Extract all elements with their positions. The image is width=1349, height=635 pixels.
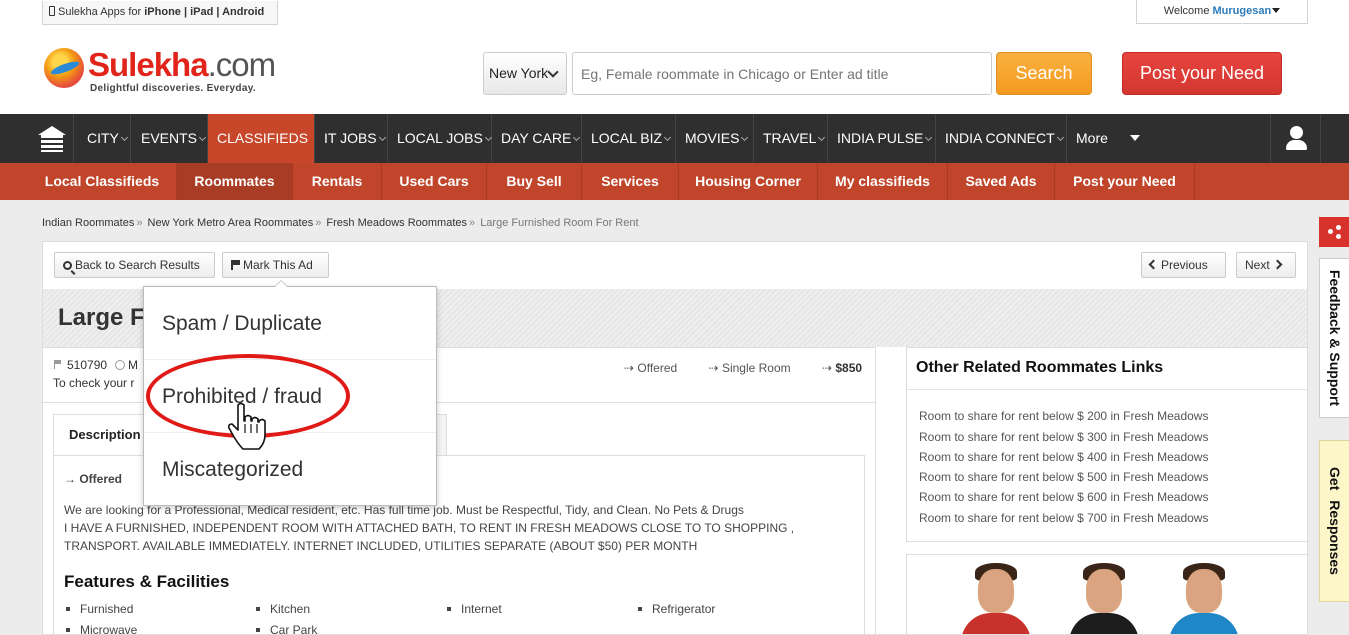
breadcrumb-item[interactable]: New York Metro Area Roommates xyxy=(148,217,314,229)
feature-item: Kitchen xyxy=(256,602,310,616)
dropdown-option-spam[interactable]: Spam / Duplicate xyxy=(144,287,436,360)
feature-item: Microwave xyxy=(66,623,137,635)
hand-cursor-icon xyxy=(228,402,266,450)
description-text: We are looking for a Professional, Medic… xyxy=(64,503,795,553)
nav-item-classifieds[interactable]: CLASSIFIEDS xyxy=(208,114,315,163)
search-input[interactable] xyxy=(572,52,992,95)
chevron-right-icon xyxy=(1272,259,1283,270)
share-icon[interactable] xyxy=(1319,217,1349,247)
logo-ball-icon xyxy=(44,48,84,88)
feature-item: Car Park xyxy=(256,623,317,635)
nav-item-events[interactable]: EVENTS xyxy=(132,114,208,163)
nav-item-day-care[interactable]: DAY CARE xyxy=(492,114,582,163)
nav-item-india-pulse[interactable]: INDIA PULSE xyxy=(828,114,936,163)
logo-brand: Sulekha.com xyxy=(88,46,276,83)
previous-button[interactable]: Previous xyxy=(1141,252,1226,278)
offered-label: → Offered xyxy=(64,472,123,486)
user-icon[interactable] xyxy=(1270,114,1321,163)
get-responses-tab[interactable]: Get Responses xyxy=(1319,440,1349,602)
model-image xyxy=(1069,555,1139,634)
dropdown-arrow xyxy=(274,280,288,287)
subnav-item-buy-sell[interactable]: Buy Sell xyxy=(487,163,582,200)
nav-item-local-biz[interactable]: LOCAL BIZ xyxy=(582,114,676,163)
ad-offer-type: Offered xyxy=(637,361,678,375)
model-image xyxy=(961,555,1031,634)
nav-item-city[interactable]: CITY xyxy=(78,114,131,163)
related-link[interactable]: Room to share for rent below $ 600 in Fr… xyxy=(919,490,1208,504)
home-icon[interactable] xyxy=(28,114,74,163)
sub-nav: Local Classifieds Roommates Rentals Used… xyxy=(0,163,1349,200)
ad-id: 510790 xyxy=(67,358,108,372)
related-link[interactable]: Room to share for rent below $ 200 in Fr… xyxy=(919,409,1208,423)
search-icon xyxy=(63,261,72,270)
dropdown-option-miscategorized[interactable]: Miscategorized xyxy=(144,433,436,506)
breadcrumb: Indian Roommates» New York Metro Area Ro… xyxy=(42,217,639,229)
city-select[interactable]: New York xyxy=(483,52,567,95)
nav-item-more[interactable]: More xyxy=(1067,114,1147,163)
nav-item-it-jobs[interactable]: IT JOBS xyxy=(315,114,388,163)
feature-item: Refrigerator xyxy=(638,602,715,616)
caret-down-icon xyxy=(1272,8,1281,13)
post-your-need-button[interactable]: Post your Need xyxy=(1122,52,1282,95)
search-button[interactable]: Search xyxy=(996,52,1092,95)
ad-title: Large F xyxy=(58,304,145,331)
subnav-item-services[interactable]: Services xyxy=(582,163,679,200)
ad-price: $850 xyxy=(835,361,863,375)
tab-description[interactable]: Description xyxy=(53,414,145,456)
subnav-item-rentals[interactable]: Rentals xyxy=(293,163,382,200)
model-image xyxy=(1169,555,1239,634)
logo-tagline: Delightful discoveries. Everyday. xyxy=(90,83,256,94)
clock-icon xyxy=(115,360,126,370)
feedback-support-tab[interactable]: Feedback & Support xyxy=(1319,258,1349,418)
nav-item-travel[interactable]: TRAVEL xyxy=(754,114,828,163)
nav-item-local-jobs[interactable]: LOCAL JOBS xyxy=(388,114,492,163)
subnav-item-roommates[interactable]: Roommates xyxy=(177,163,293,200)
welcome-user[interactable]: Murugesan xyxy=(1213,5,1272,17)
chevron-down-icon xyxy=(547,66,559,78)
apps-prefix: Sulekha Apps for xyxy=(58,6,142,18)
next-button[interactable]: Next xyxy=(1236,252,1296,278)
main-nav: CITY EVENTS CLASSIFIEDS IT JOBS LOCAL JO… xyxy=(0,114,1349,163)
back-to-search-button[interactable]: Back to Search Results xyxy=(54,252,215,278)
advertisement-banner[interactable] xyxy=(906,554,1308,635)
breadcrumb-item[interactable]: Indian Roommates xyxy=(42,217,134,229)
subnav-item-local-classifieds[interactable]: Local Classifieds xyxy=(28,163,177,200)
city-select-value: New York xyxy=(489,65,549,81)
ad-meta: 510790 M xyxy=(54,358,138,372)
subnav-item-saved-ads[interactable]: Saved Ads xyxy=(948,163,1055,200)
ad-meta-partial: M xyxy=(128,358,139,372)
ad-room-type: Single Room xyxy=(721,361,791,375)
nav-item-movies[interactable]: MOVIES xyxy=(676,114,754,163)
feature-item: Furnished xyxy=(66,602,133,616)
apps-bar[interactable]: Sulekha Apps for iPhone | iPad | Android xyxy=(42,1,278,25)
feature-item: Internet xyxy=(447,602,502,616)
subnav-item-post-your-need[interactable]: Post your Need xyxy=(1055,163,1195,200)
site-logo[interactable]: Sulekha.com Delightful discoveries. Ever… xyxy=(42,46,276,98)
breadcrumb-item[interactable]: Fresh Meadows Roommates xyxy=(326,217,467,229)
chevron-left-icon xyxy=(1148,259,1159,270)
flag-icon xyxy=(54,360,61,369)
mark-this-ad-button[interactable]: Mark This Ad xyxy=(222,252,329,278)
related-link[interactable]: Room to share for rent below $ 500 in Fr… xyxy=(919,470,1208,484)
related-link[interactable]: Room to share for rent below $ 700 in Fr… xyxy=(919,511,1208,525)
welcome-menu[interactable]: Welcome Murugesan xyxy=(1136,0,1308,24)
flag-icon xyxy=(231,260,240,270)
phone-icon xyxy=(49,6,55,16)
related-link[interactable]: Room to share for rent below $ 400 in Fr… xyxy=(919,450,1208,464)
welcome-prefix: Welcome xyxy=(1163,5,1210,17)
breadcrumb-current: Large Furnished Room For Rent xyxy=(480,217,639,229)
site-header: Sulekha Apps for iPhone | iPad | Android… xyxy=(0,0,1349,114)
ad-summary: ⇢ Offered ⇢ Single Room ⇢ $850 xyxy=(624,361,863,375)
features-title: Features & Facilities xyxy=(64,572,230,591)
subnav-item-housing-corner[interactable]: Housing Corner xyxy=(679,163,818,200)
subnav-item-used-cars[interactable]: Used Cars xyxy=(382,163,487,200)
divider xyxy=(907,389,1307,390)
nav-item-india-connect[interactable]: INDIA CONNECT xyxy=(936,114,1067,163)
related-links-title: Other Related Roommates Links xyxy=(916,359,1164,376)
apps-platforms[interactable]: iPhone | iPad | Android xyxy=(144,6,264,18)
subnav-item-my-classifieds[interactable]: My classifieds xyxy=(818,163,948,200)
caret-down-icon xyxy=(1129,135,1140,141)
related-link[interactable]: Room to share for rent below $ 300 in Fr… xyxy=(919,430,1208,444)
